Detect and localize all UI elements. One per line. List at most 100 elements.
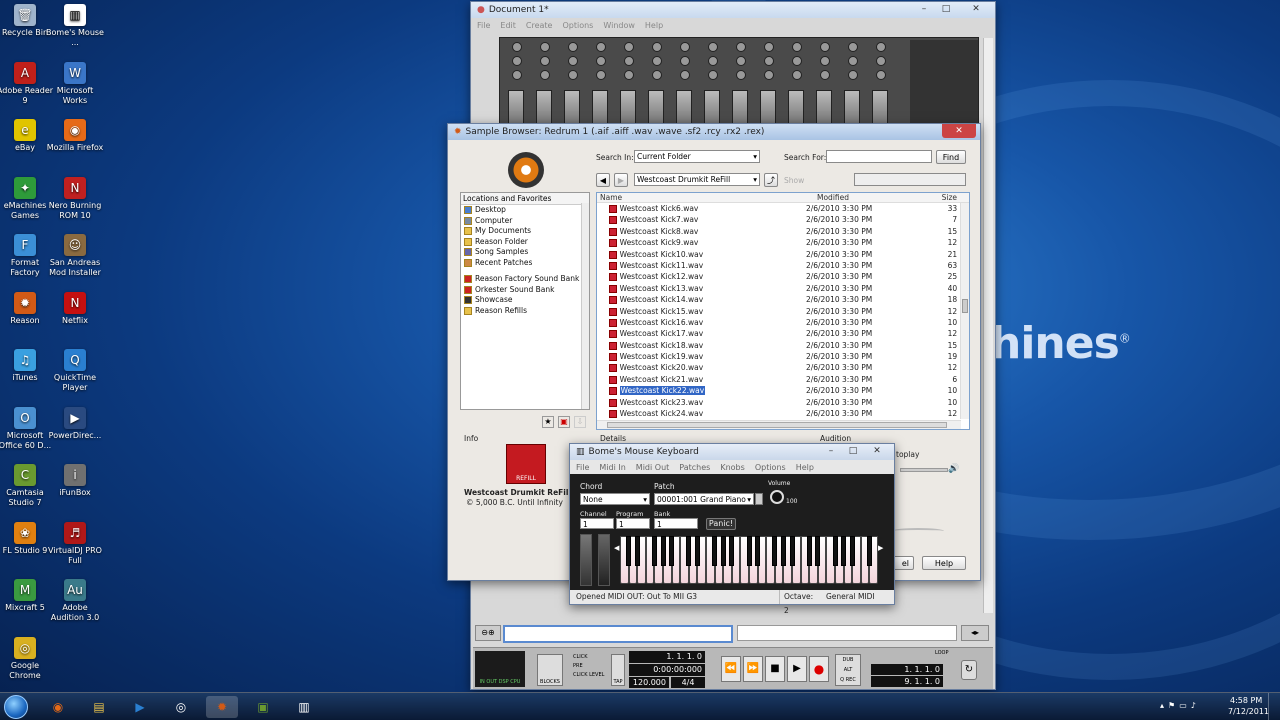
file-row[interactable]: Westcoast Kick16.wav 2/6/2010 3:30 PM 10 k… [597, 317, 969, 328]
keyboard-scroll-left[interactable]: ◀ [614, 544, 620, 574]
menu-item[interactable]: Options [755, 463, 786, 472]
mixer-knob[interactable] [540, 70, 550, 80]
path-select[interactable]: Westcoast Drumkit ReFill ▾ [634, 173, 760, 186]
start-orb-icon[interactable] [4, 695, 28, 719]
program-field[interactable]: 1 [616, 518, 650, 529]
mixer-knob[interactable] [624, 42, 634, 52]
tempo-display[interactable]: 120.000 [629, 677, 669, 688]
tray-icons[interactable]: ▴⚑▭♪ [1160, 701, 1220, 715]
folder-up-button[interactable]: ⤴ [764, 173, 778, 187]
piano-keys-icon[interactable]: ▥ [288, 696, 320, 718]
mixer-fader[interactable] [872, 90, 888, 124]
file-row[interactable]: Westcoast Kick7.wav2/6/2010 3:30 PM7 kB [597, 214, 969, 225]
remove-favorite-icon[interactable]: ▣ [558, 416, 570, 428]
reason-titlebar[interactable]: ● Document 1* – □ ✕ [471, 2, 995, 18]
mixer-knob[interactable] [512, 70, 522, 80]
media-player-icon[interactable]: ▶ [124, 696, 156, 718]
file-row[interactable]: Westcoast Kick6.wav 2/6/2010 3:30 PM 33 kB [597, 203, 969, 214]
file-row[interactable]: Westcoast Kick18.wav 2/6/2010 3:30 PM 15 k… [597, 340, 969, 351]
volume-knob[interactable] [770, 490, 784, 504]
mixer-knob[interactable] [540, 56, 550, 66]
mixer-knob[interactable] [764, 42, 774, 52]
mixer-knob[interactable] [736, 42, 746, 52]
loop-left-display[interactable]: 1. 1. 1. 0 [871, 664, 943, 675]
mixer-fader[interactable] [648, 90, 664, 124]
file-row[interactable]: Westcoast Kick14.wav 2/6/2010 3:30 PM 18 k… [597, 294, 969, 305]
mixer-knob[interactable] [652, 56, 662, 66]
piano-black-key[interactable] [712, 536, 718, 566]
file-row[interactable]: Westcoast Kick21.wav2/6/2010 3:30 PM6 kB [597, 374, 969, 385]
firefox-icon[interactable]: ◉ [42, 696, 74, 718]
mixer-fader[interactable] [760, 90, 776, 124]
help-button[interactable]: Help [922, 556, 966, 570]
mixer-knob[interactable] [848, 42, 858, 52]
menu-item[interactable]: Help [796, 463, 814, 472]
piano-black-key[interactable] [694, 536, 700, 566]
mixer-knob[interactable] [596, 42, 606, 52]
browser-titlebar[interactable]: ✹ Sample Browser: Redrum 1 (.aif .aiff .… [448, 124, 980, 140]
mixer-knob[interactable] [568, 70, 578, 80]
piano-black-key[interactable] [832, 536, 838, 566]
forward-button[interactable]: ⏩ [743, 656, 763, 682]
hscroll-thumb[interactable] [607, 422, 947, 428]
audition-volume-slider[interactable] [900, 468, 948, 472]
mixer-knob[interactable] [708, 56, 718, 66]
piano-black-key[interactable] [789, 536, 795, 566]
mixer-knob[interactable] [820, 42, 830, 52]
move-favorite-icon[interactable]: ⇩ [574, 416, 586, 428]
mixer-knob[interactable] [876, 42, 886, 52]
menu-item[interactable]: Options [562, 21, 593, 30]
explorer-icon[interactable]: ▤ [83, 696, 115, 718]
bome-keyboard-window[interactable]: ▥ Bome's Mouse Keyboard – □ ✕ File Midi I… [569, 443, 895, 615]
chord-select[interactable]: None ▾ [580, 493, 650, 505]
piano-black-key[interactable] [669, 536, 675, 566]
mixer-knob[interactable] [708, 42, 718, 52]
mixer-knob[interactable] [596, 70, 606, 80]
mixer-knob[interactable] [820, 70, 830, 80]
back-button[interactable]: ◀ [596, 173, 610, 187]
file-row[interactable]: Westcoast Kick13.wav 2/6/2010 3:30 PM 40 k… [597, 283, 969, 294]
desktop-icon[interactable]: W Microsoft Works [46, 61, 104, 106]
add-favorite-icon[interactable]: ★ [542, 416, 554, 428]
keyboard-scroll-right[interactable]: ▶ [878, 544, 884, 574]
mixer-fader[interactable] [704, 90, 720, 124]
find-button[interactable]: Find [936, 150, 966, 164]
piano-keyboard[interactable] [620, 536, 878, 584]
mixer-knob[interactable] [792, 56, 802, 66]
piano-black-key[interactable] [772, 536, 778, 566]
column-size[interactable]: Size [917, 193, 957, 202]
minimize-button[interactable]: – [913, 2, 935, 16]
piano-black-key[interactable] [651, 536, 657, 566]
location-item[interactable]: Reason Refills [461, 306, 589, 317]
channel-field[interactable]: 1 [580, 518, 614, 529]
file-row[interactable]: Westcoast Kick12.wav 2/6/2010 3:30 PM 25 k… [597, 271, 969, 282]
piano-black-key[interactable] [634, 536, 640, 566]
mixer-knob[interactable] [624, 70, 634, 80]
piano-black-key[interactable] [746, 536, 752, 566]
location-item[interactable]: Showcase [461, 295, 589, 306]
file-row[interactable]: Westcoast Kick11.wav 2/6/2010 3:30 PM 63 k… [597, 260, 969, 271]
patch-stepper[interactable] [755, 493, 763, 505]
desktop-icon[interactable]: ▥ Bome's Mouse ... [46, 4, 104, 48]
menu-item[interactable]: File [576, 463, 589, 472]
menu-item[interactable]: Midi In [599, 463, 625, 472]
mixer-knob[interactable] [848, 56, 858, 66]
file-row[interactable]: Westcoast Kick17.wav 2/6/2010 3:30 PM 12 k… [597, 328, 969, 339]
clock-date[interactable]: 7/12/2011 [1228, 707, 1269, 716]
mixer-knob[interactable] [680, 42, 690, 52]
forward-nav-button[interactable]: ▶ [614, 173, 628, 187]
file-row[interactable]: Westcoast Kick23.wav 2/6/2010 3:30 PM 10 k… [597, 397, 969, 408]
mixer-knob[interactable] [512, 42, 522, 52]
file-row[interactable]: Westcoast Kick8.wav 2/6/2010 3:30 PM 15 kB [597, 226, 969, 237]
sequencer-ruler[interactable] [503, 625, 733, 643]
menu-item[interactable]: Midi Out [636, 463, 669, 472]
menu-item[interactable]: Knobs [720, 463, 744, 472]
mixer-knob[interactable] [764, 56, 774, 66]
desktop-icon[interactable]: ▶ PowerDirec... [46, 406, 104, 441]
mixer-knob[interactable] [764, 70, 774, 80]
location-item[interactable]: Song Samples [461, 247, 589, 258]
mixer-knob[interactable] [820, 56, 830, 66]
mixer-knob[interactable] [512, 56, 522, 66]
desktop-icon[interactable]: Au Adobe Audition 3.0 [46, 579, 104, 623]
mixer-knob[interactable] [568, 42, 578, 52]
